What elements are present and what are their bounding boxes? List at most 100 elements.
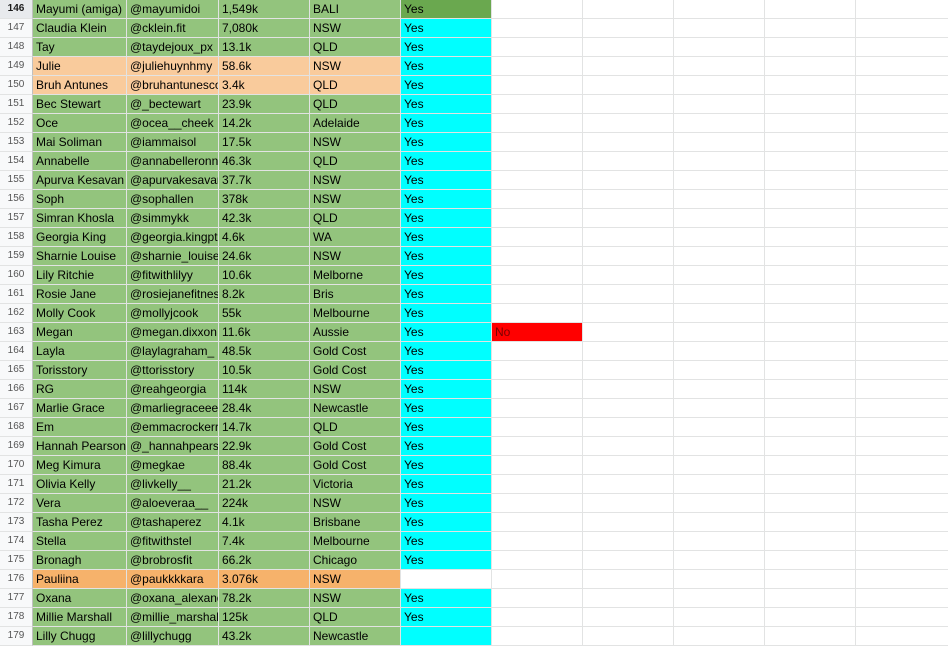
empty-cell[interactable] — [583, 418, 674, 437]
handle-cell[interactable]: @_hannahpearson — [127, 437, 219, 456]
empty-cell[interactable] — [856, 0, 948, 19]
handle-cell[interactable]: @livkelly__ — [127, 475, 219, 494]
empty-cell[interactable] — [765, 589, 856, 608]
empty-cell[interactable] — [583, 532, 674, 551]
extra-cell[interactable] — [492, 228, 583, 247]
empty-cell[interactable] — [583, 380, 674, 399]
row-header[interactable]: 155 — [0, 171, 33, 190]
location-cell[interactable]: QLD — [310, 76, 401, 95]
name-cell[interactable]: Oxana — [33, 589, 127, 608]
extra-cell[interactable] — [492, 532, 583, 551]
empty-cell[interactable] — [583, 76, 674, 95]
empty-cell[interactable] — [583, 209, 674, 228]
empty-cell[interactable] — [583, 38, 674, 57]
row-header[interactable]: 156 — [0, 190, 33, 209]
empty-cell[interactable] — [765, 532, 856, 551]
empty-cell[interactable] — [674, 171, 765, 190]
extra-cell[interactable] — [492, 608, 583, 627]
status-cell[interactable]: Yes — [401, 0, 492, 19]
empty-cell[interactable] — [674, 19, 765, 38]
followers-cell[interactable]: 224k — [219, 494, 310, 513]
status-cell[interactable]: Yes — [401, 19, 492, 38]
location-cell[interactable]: NSW — [310, 247, 401, 266]
empty-cell[interactable] — [856, 551, 948, 570]
handle-cell[interactable]: @paukkkkara — [127, 570, 219, 589]
empty-cell[interactable] — [856, 304, 948, 323]
empty-cell[interactable] — [674, 209, 765, 228]
empty-cell[interactable] — [765, 76, 856, 95]
followers-cell[interactable]: 17.5k — [219, 133, 310, 152]
location-cell[interactable]: QLD — [310, 152, 401, 171]
status-cell[interactable]: Yes — [401, 133, 492, 152]
row-header[interactable]: 151 — [0, 95, 33, 114]
empty-cell[interactable] — [765, 19, 856, 38]
status-cell[interactable]: Yes — [401, 190, 492, 209]
empty-cell[interactable] — [856, 19, 948, 38]
extra-cell[interactable] — [492, 342, 583, 361]
name-cell[interactable]: Bec Stewart — [33, 95, 127, 114]
empty-cell[interactable] — [765, 323, 856, 342]
row-header[interactable]: 172 — [0, 494, 33, 513]
handle-cell[interactable]: @sharnie_louise — [127, 247, 219, 266]
empty-cell[interactable] — [583, 57, 674, 76]
followers-cell[interactable]: 42.3k — [219, 209, 310, 228]
empty-cell[interactable] — [765, 190, 856, 209]
name-cell[interactable]: Tasha Perez — [33, 513, 127, 532]
location-cell[interactable]: WA — [310, 228, 401, 247]
location-cell[interactable]: Melbourne — [310, 304, 401, 323]
extra-cell[interactable] — [492, 152, 583, 171]
empty-cell[interactable] — [674, 323, 765, 342]
name-cell[interactable]: Simran Khosla — [33, 209, 127, 228]
followers-cell[interactable]: 8.2k — [219, 285, 310, 304]
empty-cell[interactable] — [674, 380, 765, 399]
name-cell[interactable]: Mai Soliman — [33, 133, 127, 152]
empty-cell[interactable] — [765, 342, 856, 361]
row-header[interactable]: 174 — [0, 532, 33, 551]
empty-cell[interactable] — [583, 608, 674, 627]
extra-cell[interactable] — [492, 475, 583, 494]
empty-cell[interactable] — [583, 570, 674, 589]
name-cell[interactable]: RG — [33, 380, 127, 399]
name-cell[interactable]: Olivia Kelly — [33, 475, 127, 494]
name-cell[interactable]: Bruh Antunes — [33, 76, 127, 95]
location-cell[interactable]: Newcastle — [310, 399, 401, 418]
extra-cell[interactable] — [492, 247, 583, 266]
empty-cell[interactable] — [674, 627, 765, 646]
empty-cell[interactable] — [674, 285, 765, 304]
row-header[interactable]: 177 — [0, 589, 33, 608]
location-cell[interactable]: Chicago — [310, 551, 401, 570]
status-cell[interactable]: Yes — [401, 304, 492, 323]
empty-cell[interactable] — [674, 114, 765, 133]
status-cell[interactable]: Yes — [401, 551, 492, 570]
empty-cell[interactable] — [856, 380, 948, 399]
extra-cell[interactable] — [492, 171, 583, 190]
name-cell[interactable]: Annabelle — [33, 152, 127, 171]
status-cell[interactable]: Yes — [401, 437, 492, 456]
followers-cell[interactable]: 14.2k — [219, 114, 310, 133]
empty-cell[interactable] — [583, 589, 674, 608]
empty-cell[interactable] — [674, 589, 765, 608]
status-cell[interactable]: Yes — [401, 285, 492, 304]
handle-cell[interactable]: @simmykk — [127, 209, 219, 228]
empty-cell[interactable] — [856, 456, 948, 475]
handle-cell[interactable]: @brobrosfit — [127, 551, 219, 570]
empty-cell[interactable] — [765, 627, 856, 646]
location-cell[interactable]: Victoria — [310, 475, 401, 494]
empty-cell[interactable] — [765, 304, 856, 323]
row-header[interactable]: 161 — [0, 285, 33, 304]
name-cell[interactable]: Mayumi (amiga) — [33, 0, 127, 19]
name-cell[interactable]: Bronagh — [33, 551, 127, 570]
followers-cell[interactable]: 4.1k — [219, 513, 310, 532]
empty-cell[interactable] — [765, 608, 856, 627]
followers-cell[interactable]: 13.1k — [219, 38, 310, 57]
handle-cell[interactable]: @megan.dixxon — [127, 323, 219, 342]
extra-cell[interactable] — [492, 209, 583, 228]
empty-cell[interactable] — [856, 494, 948, 513]
empty-cell[interactable] — [856, 342, 948, 361]
empty-cell[interactable] — [765, 285, 856, 304]
row-header[interactable]: 168 — [0, 418, 33, 437]
followers-cell[interactable]: 7,080k — [219, 19, 310, 38]
location-cell[interactable]: Gold Cost — [310, 437, 401, 456]
row-header[interactable]: 153 — [0, 133, 33, 152]
empty-cell[interactable] — [856, 513, 948, 532]
